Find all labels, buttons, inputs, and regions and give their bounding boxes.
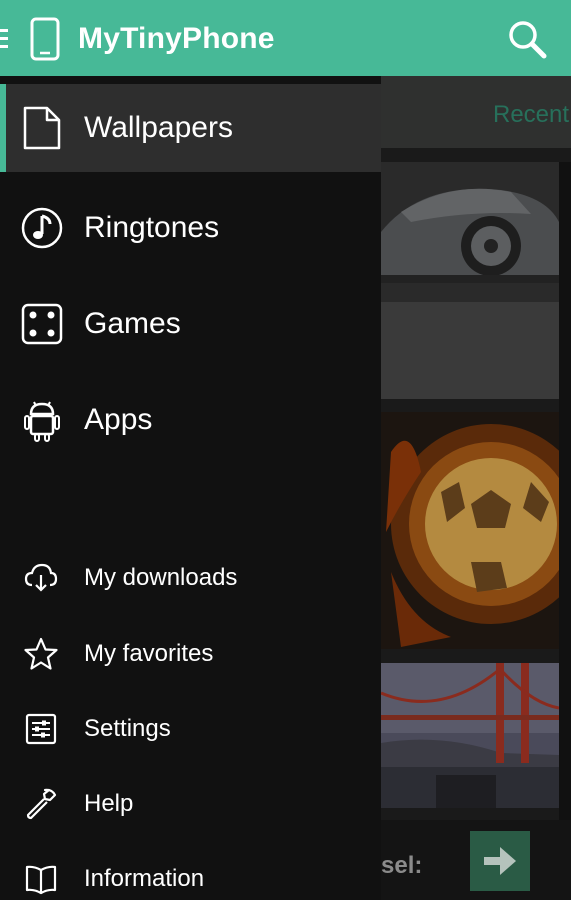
phone-icon — [30, 17, 60, 61]
bottom-bar: sel: — [381, 820, 571, 900]
drawer-item-label: Ringtones — [84, 211, 220, 244]
drawer-item-ringtones[interactable]: Ringtones — [0, 180, 381, 276]
search-icon[interactable] — [506, 18, 548, 60]
drawer-item-help[interactable]: Help — [0, 766, 381, 841]
tab-recent[interactable]: Recent — [493, 101, 569, 129]
next-button[interactable] — [470, 831, 530, 891]
wallpaper-thumbnail-fireball[interactable] — [381, 412, 559, 649]
sliders-icon — [25, 713, 57, 744]
dice-icon — [21, 303, 63, 345]
drawer-item-my-favorites[interactable]: My favorites — [0, 616, 381, 691]
app-bar: MyTinyPhone — [0, 0, 571, 76]
app-title: MyTinyPhone — [78, 22, 275, 55]
drawer-item-settings[interactable]: Settings — [0, 691, 381, 766]
drawer-item-information[interactable]: Information — [0, 841, 381, 900]
hamburger-menu-icon[interactable] — [0, 29, 8, 49]
wallpaper-thumbnail-bridge[interactable] — [381, 663, 559, 808]
wrench-icon — [26, 788, 57, 819]
drawer-item-apps[interactable]: Apps — [0, 372, 381, 468]
star-icon — [24, 637, 58, 670]
drawer-item-label: Settings — [84, 714, 171, 742]
document-icon — [23, 106, 61, 150]
cloud-download-icon — [24, 563, 58, 592]
arrow-right-icon — [484, 847, 516, 875]
drawer-item-label: Apps — [84, 403, 153, 436]
drawer-item-label: Wallpapers — [84, 111, 233, 144]
background-content: Recent sel: — [381, 76, 571, 900]
drawer-item-wallpapers[interactable]: Wallpapers — [0, 84, 381, 172]
navigation-drawer: Wallpapers Ringtones Games Apps My downl… — [0, 76, 381, 900]
drawer-item-label: Information — [84, 864, 205, 892]
bottom-label: sel: — [381, 852, 423, 879]
drawer-item-games[interactable]: Games — [0, 276, 381, 372]
drawer-item-my-downloads[interactable]: My downloads — [0, 541, 381, 615]
book-icon — [25, 865, 57, 894]
drawer-item-label: My downloads — [84, 564, 238, 591]
drawer-item-label: Games — [84, 307, 181, 340]
drawer-item-label: Help — [84, 789, 134, 817]
drawer-item-label: My favorites — [84, 639, 214, 667]
scroll-gutter — [559, 162, 571, 820]
tabs-bar: Recent — [381, 76, 571, 148]
wallpaper-thumbnail-car[interactable] — [381, 162, 559, 399]
music-note-icon — [21, 207, 63, 249]
android-icon — [24, 401, 60, 442]
